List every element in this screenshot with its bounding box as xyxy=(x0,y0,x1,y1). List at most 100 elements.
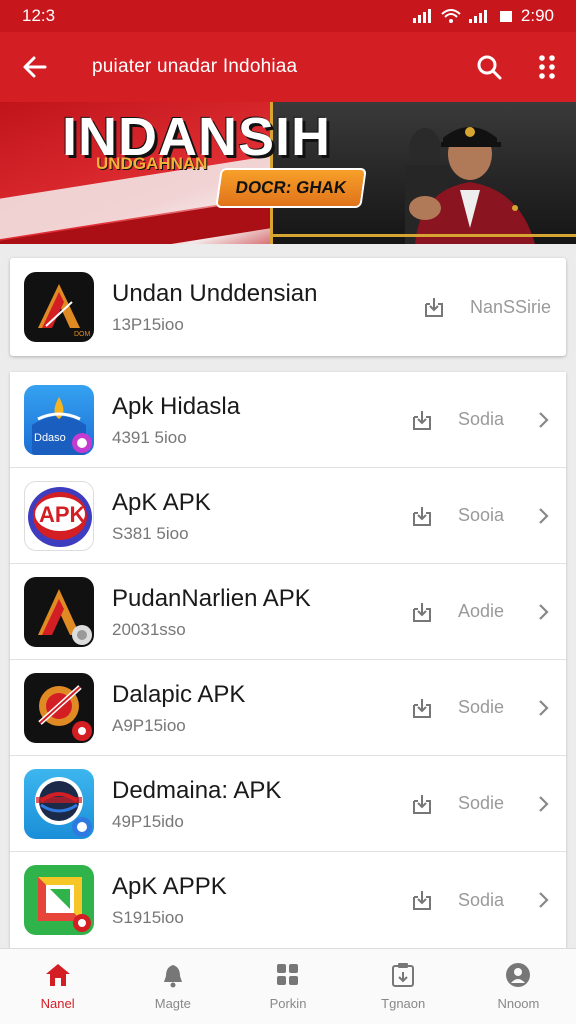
app-size: S381 5ioo xyxy=(112,523,189,543)
app-name: ApK APPK xyxy=(112,873,227,900)
app-icon-3 xyxy=(24,576,94,647)
download-icon[interactable] xyxy=(410,696,434,720)
featured-app-card[interactable]: DOM Undan Unddensian 13P15ioo NanSSirie xyxy=(10,258,566,356)
download-icon[interactable] xyxy=(410,888,434,912)
nav-item-profile[interactable]: Nnoom xyxy=(461,949,576,1024)
list-item[interactable]: Ddaso Apk Hidasla 4391 5ioo Sodia xyxy=(10,372,566,468)
download-icon[interactable] xyxy=(410,504,434,528)
back-button[interactable] xyxy=(0,32,70,102)
status-bar: 12:3 2:90 xyxy=(0,0,576,32)
globe-badge-logo-icon xyxy=(35,776,92,837)
app-text: ApK APK S381 5ioo xyxy=(112,488,410,544)
promo-banner[interactable]: INDANSIH UNDGAHNAN DOCR: GHAK xyxy=(0,102,576,244)
svg-text:DOM: DOM xyxy=(74,331,91,338)
status-clock-right: 2:90 xyxy=(520,6,554,25)
app-icon-1: Ddaso xyxy=(24,384,94,455)
featured-app-size: 13P15ioo xyxy=(112,315,184,334)
nav-item-home[interactable]: Nanel xyxy=(0,949,115,1024)
search-button[interactable] xyxy=(460,32,518,102)
droplet-logo-icon: Ddaso xyxy=(32,396,92,455)
app-name: ApK APK xyxy=(112,488,211,516)
list-item[interactable]: APK ApK APK S381 5ioo Sooia xyxy=(10,468,566,564)
battery-icon xyxy=(499,11,512,22)
nav-item-notifications[interactable]: Magte xyxy=(115,949,230,1024)
banner-person-image xyxy=(405,127,535,244)
nav-item-grid[interactable]: Porkin xyxy=(230,949,345,1024)
app-name: Dalapic APK xyxy=(112,680,246,708)
clipboard-icon xyxy=(392,963,415,987)
app-name: PudanNarlien APK xyxy=(112,584,311,612)
download-icon[interactable] xyxy=(410,600,434,624)
app-size: 20031sso xyxy=(112,619,186,639)
app-text: PudanNarlien APK 20031sso xyxy=(112,584,410,640)
cell-signal-icon xyxy=(468,10,487,23)
chevron-right-icon xyxy=(539,795,549,812)
app-icon-5 xyxy=(24,768,94,839)
featured-app-name: Undan Unddensian xyxy=(112,280,318,307)
home-icon xyxy=(45,964,70,986)
nav-label: Nnoom xyxy=(497,996,540,1011)
app-size: S1915ioo xyxy=(112,908,184,927)
featured-action-label[interactable]: NanSSirie xyxy=(470,297,566,318)
app-text: Dedmaina: APK 49P15ido xyxy=(112,776,410,832)
action-label[interactable]: Sodie xyxy=(458,793,534,814)
nav-label: Tgnaon xyxy=(381,996,426,1011)
banner-subtitle: UNDGAHNAN xyxy=(96,154,208,173)
app-icon-2: APK xyxy=(24,480,94,551)
download-icon[interactable] xyxy=(422,295,446,319)
grid-icon xyxy=(277,964,298,985)
list-item[interactable]: ApK APPK S1915ioo Sodia xyxy=(10,852,566,948)
dots-grid-icon xyxy=(539,55,555,79)
triangle-logo-icon xyxy=(38,877,91,932)
app-size: 49P15ido xyxy=(112,811,184,831)
status-icons: 2:90 xyxy=(412,6,554,26)
app-icon-4 xyxy=(24,672,94,743)
nav-label: Nanel xyxy=(40,996,75,1011)
chevron-right-icon xyxy=(539,603,549,620)
app-size: 4391 5ioo xyxy=(112,427,187,447)
featured-app-text: Undan Unddensian 13P15ioo xyxy=(112,279,422,335)
action-label[interactable]: Sooia xyxy=(458,505,534,526)
download-icon[interactable] xyxy=(410,792,434,816)
letter-a-logo-icon: DOM xyxy=(38,284,91,338)
download-icon[interactable] xyxy=(410,408,434,432)
app-size: A9P15ioo xyxy=(112,715,186,735)
app-name: Dedmaina: APK xyxy=(112,776,282,804)
menu-button[interactable] xyxy=(518,32,576,102)
profile-icon xyxy=(506,963,531,987)
nav-label: Magte xyxy=(154,996,191,1011)
svg-text:APK: APK xyxy=(39,502,86,527)
banner-photo-border xyxy=(273,234,576,237)
chevron-right-icon xyxy=(539,892,549,908)
nav-label: Porkin xyxy=(269,996,307,1011)
chevron-right-icon xyxy=(539,507,549,524)
banner-cta-button[interactable]: DOCR: GHAK xyxy=(215,168,367,208)
chevron-right-icon xyxy=(539,699,549,716)
slash-circle-logo-icon xyxy=(38,684,92,741)
wifi-icon xyxy=(441,9,461,23)
action-label[interactable]: Aodie xyxy=(458,601,534,622)
app-text: ApK APPK S1915ioo xyxy=(112,872,410,928)
arrow-left-icon xyxy=(23,56,47,78)
action-label[interactable]: Sodia xyxy=(458,890,534,911)
app-bar: puiater unadar Indohiaa xyxy=(0,32,576,102)
letter-a-logo-icon xyxy=(38,588,92,645)
app-text: Apk Hidasla 4391 5ioo xyxy=(112,392,410,448)
nav-item-downloads[interactable]: Tgnaon xyxy=(346,949,461,1024)
apk-badge-logo-icon: APK xyxy=(28,486,92,547)
bell-icon xyxy=(163,965,182,988)
app-text: Dalapic APK A9P15ioo xyxy=(112,680,410,736)
action-label[interactable]: Sodie xyxy=(458,697,534,718)
chevron-right-icon xyxy=(539,411,549,428)
page-title: puiater unadar Indohiaa xyxy=(92,56,298,77)
app-list: Ddaso Apk Hidasla 4391 5ioo Sodia APK Ap… xyxy=(10,372,566,948)
list-item[interactable]: Dalapic APK A9P15ioo Sodie xyxy=(10,660,566,756)
bottom-navigation: Nanel Magte Porkin Tgnaon Nnoom xyxy=(0,948,576,1024)
list-item[interactable]: Dedmaina: APK 49P15ido Sodie xyxy=(10,756,566,852)
status-time: 12:3 xyxy=(22,6,56,25)
app-icon-6 xyxy=(24,865,94,935)
svg-text:Ddaso: Ddaso xyxy=(34,432,66,444)
search-icon xyxy=(477,55,502,80)
list-item[interactable]: PudanNarlien APK 20031sso Aodie xyxy=(10,564,566,660)
action-label[interactable]: Sodia xyxy=(458,409,534,430)
